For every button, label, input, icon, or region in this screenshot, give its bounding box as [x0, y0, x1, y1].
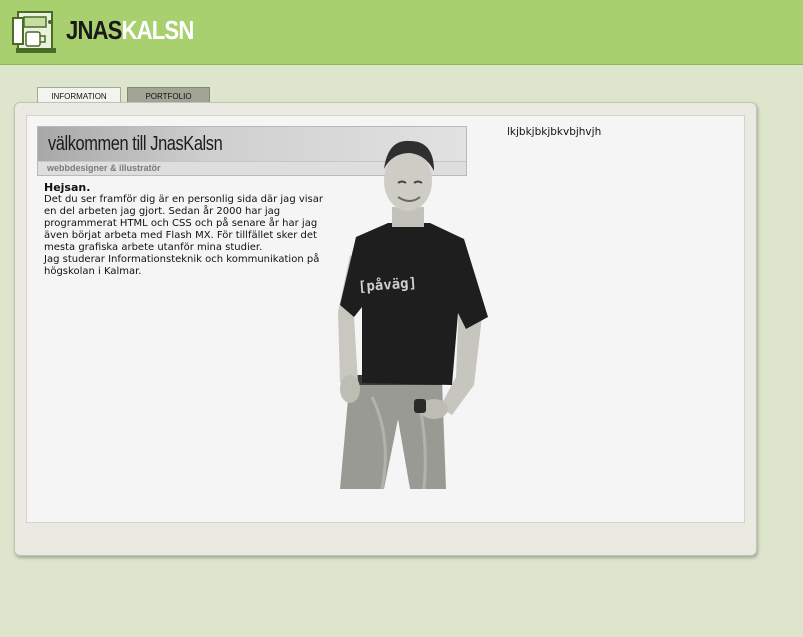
logo-text-light: KALSN — [121, 15, 195, 45]
tab-information[interactable]: INFORMATION — [37, 87, 121, 103]
welcome-title: välkommen till JnasKalsn — [48, 133, 223, 155]
sidebar-text: lkjbkjbkjbkvbjhvjh — [507, 126, 602, 138]
site-logo[interactable]: JNASKALSN — [66, 13, 195, 47]
coffee-machine-icon — [12, 11, 56, 53]
tab-portfolio[interactable]: PORTFOLIO — [127, 87, 210, 103]
intro-body: Det du ser framför dig är en personlig s… — [44, 194, 323, 253]
logo-text-dark: JNAS — [66, 15, 122, 45]
welcome-subtitle: webbdesigner & illustratör — [47, 163, 161, 173]
portrait-photo: [påväg] — [338, 140, 488, 489]
intro-heading: Hejsan. — [44, 181, 91, 194]
intro-studies: Jag studerar Informationsteknik och komm… — [44, 254, 320, 277]
site-header: JNASKALSN — [0, 0, 803, 65]
intro-text: Hejsan. Det du ser framför dig är en per… — [44, 182, 334, 278]
